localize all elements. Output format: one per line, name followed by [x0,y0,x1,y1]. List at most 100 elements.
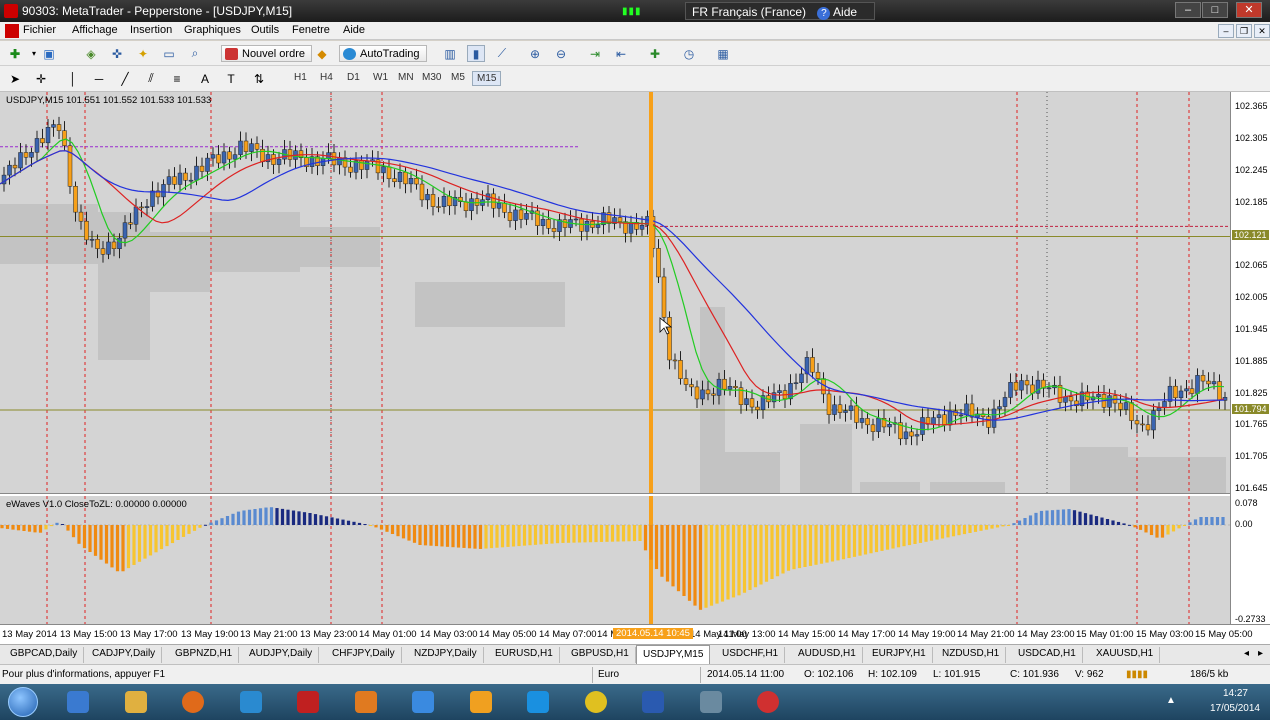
menu-help[interactable]: Aide [343,24,365,36]
tab-nzdusd-h1[interactable]: NZDUSD,H1 [936,647,1007,663]
timeframe-mn[interactable]: MN [394,71,418,84]
tab-eurusd-h1[interactable]: EURUSD,H1 [489,647,560,663]
tab-cadjpy-daily[interactable]: CADJPY,Daily [86,647,163,663]
clock-time[interactable]: 14:27 [1223,688,1248,699]
timeframe-h4[interactable]: H4 [316,71,337,84]
taskbar-app[interactable] [748,687,788,717]
timeframe-h1[interactable]: H1 [290,71,311,84]
timeframe-m5[interactable]: M5 [447,71,469,84]
line-chart-icon[interactable]: ⟋ [493,45,511,62]
text-icon[interactable]: A [196,70,214,87]
tab-audusd-h1[interactable]: AUDUSD,H1 [792,647,863,663]
tester-icon[interactable]: ⌕ [186,45,204,62]
histogram-bar [654,525,659,570]
tab-chfjpy-daily[interactable]: CHFJPY,Daily [326,647,402,663]
tab-audjpy-daily[interactable]: AUDJPY,Daily [243,647,320,663]
chart-shift-icon[interactable]: ⇤ [612,45,630,62]
metaeditor-icon[interactable]: ◆ [313,45,331,62]
taskbar-app[interactable] [58,687,98,717]
trendline-icon[interactable]: ╱ [116,70,134,87]
bear-candle [172,176,177,185]
zoom-in-icon[interactable]: ⊕ [526,45,544,62]
terminal-icon[interactable]: ▭ [160,45,178,62]
fibonacci-icon[interactable]: ≡ [168,70,186,87]
indicators-icon[interactable]: ✚ [646,45,664,62]
channel-icon[interactable]: ⫽ [142,70,160,87]
autoscroll-icon[interactable]: ⇥ [586,45,604,62]
doc-icon[interactable] [5,24,19,38]
taskbar-app[interactable] [518,687,558,717]
chart-window[interactable]: USDJPY,M15 101.551 101.552 101.533 101.5… [0,92,1270,644]
market-watch-icon[interactable]: ◈ [82,45,100,62]
menu-tools[interactable]: Outils [251,24,279,36]
autotrading-button[interactable]: AutoTrading [339,45,427,62]
zoom-out-icon[interactable]: ⊖ [552,45,570,62]
price-label: 101.794 [1232,403,1269,414]
menu-charts[interactable]: Graphiques [184,24,241,36]
cursor-icon[interactable]: ➤ [6,70,24,87]
tab-gbpusd-h1[interactable]: GBPUSD,H1 [565,647,636,663]
timeframe-m15[interactable]: M15 [472,71,502,86]
mdi-minimize-button[interactable]: – [1218,24,1234,38]
tab-scroll-right-icon[interactable]: ▸ [1258,648,1263,659]
taskbar-app[interactable] [691,687,731,717]
tab-xauusd-h1[interactable]: XAUUSD,H1 [1090,647,1161,663]
menu-view[interactable]: Affichage [72,24,118,36]
mdi-close-button[interactable]: ✕ [1254,24,1270,38]
maximize-button[interactable]: □ [1202,2,1228,18]
tab-eurjpy-h1[interactable]: EURJPY,H1 [866,647,933,663]
crosshair-tool-icon[interactable]: ✛ [32,70,50,87]
taskbar-app[interactable] [633,687,673,717]
taskbar-app[interactable] [288,687,328,717]
tray-expand-icon[interactable]: ▲ [1166,695,1176,706]
bear-candle [40,138,45,144]
candlestick-icon[interactable]: ▮ [467,45,485,62]
horizontal-line-icon[interactable]: ─ [90,70,108,87]
profiles-icon[interactable]: ▣ [40,45,58,62]
tab-gbpcad-daily[interactable]: GBPCAD,Daily [4,647,85,663]
taskbar-app[interactable] [403,687,443,717]
tab-nzdjpy-daily[interactable]: NZDJPY,Daily [408,647,484,663]
templates-icon[interactable]: ▦ [714,45,732,62]
timeframe-d1[interactable]: D1 [343,71,364,84]
timeframe-w1[interactable]: W1 [369,71,392,84]
menu-file[interactable]: Fichier [23,24,56,36]
close-button[interactable]: ✕ [1236,2,1262,18]
tab-usdchf-h1[interactable]: USDCHF,H1 [716,647,786,663]
tab-gbpnzd-h1[interactable]: GBPNZD,H1 [169,647,240,663]
mdi-restore-button[interactable]: ❐ [1236,24,1252,38]
taskbar-app[interactable] [173,687,213,717]
timeframe-m30[interactable]: M30 [418,71,445,84]
language-selector[interactable]: FR Français (France) ? Aide [685,2,875,20]
taskbar-app[interactable] [231,687,271,717]
histogram-bar [434,525,439,547]
histogram-bar [742,525,747,593]
tab-scroll-left-icon[interactable]: ◂ [1244,648,1249,659]
label-icon[interactable]: T [222,70,240,87]
tab-usdjpy-m15[interactable]: USDJPY,M15 [636,645,711,665]
menu-window[interactable]: Fenetre [292,24,330,36]
histogram-bar [495,525,499,548]
start-button[interactable] [2,684,44,720]
vertical-line-icon[interactable]: │ [64,70,82,87]
new-order-button[interactable]: Nouvel ordre [221,45,312,62]
taskbar-app[interactable] [576,687,616,717]
price-axis[interactable]: 102.365 102.305 102.245 102.185 102.121 102.0… [1230,92,1270,624]
time-axis[interactable]: 15 May 05:00 15 May 03:00 15 May 01:00 14 M… [0,624,1270,644]
taskbar-app[interactable] [116,687,156,717]
clock-date[interactable]: 17/05/2014 [1210,703,1260,714]
bar-chart-icon[interactable]: ▥ [441,45,459,62]
arrows-icon[interactable]: ⇅ [250,70,268,87]
tab-usdcad-h1[interactable]: USDCAD,H1 [1012,647,1083,663]
crosshair-icon[interactable]: ✜ [108,45,126,62]
indicator-plot[interactable]: eWaves V1.0 CloseToZL: 0.00000 0.00000 [0,496,1230,624]
bull-candle [832,404,837,415]
minimize-button[interactable]: – [1175,2,1201,18]
new-chart-icon[interactable]: ✚ [6,45,24,62]
taskbar-app[interactable] [346,687,386,717]
navigator-icon[interactable]: ✦ [134,45,152,62]
price-plot[interactable]: USDJPY,M15 101.551 101.552 101.533 101.5… [0,92,1230,494]
taskbar-app[interactable] [461,687,501,717]
periods-icon[interactable]: ◷ [680,45,698,62]
menu-insert[interactable]: Insertion [130,24,172,36]
